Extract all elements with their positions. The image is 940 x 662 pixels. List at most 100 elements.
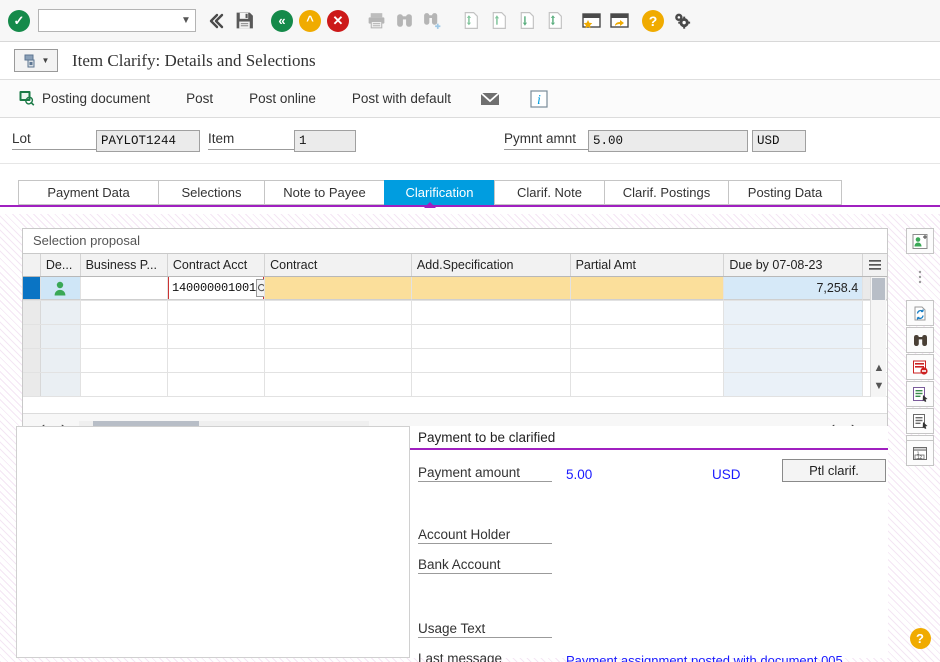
help-icon[interactable]: ? (906, 625, 934, 651)
selection-proposal-table: Selection proposal De... Business P... C… (22, 228, 888, 440)
title-bar: ▼ Item Clarify: Details and Selections (0, 42, 940, 80)
chevron-down-icon[interactable]: ▼ (179, 15, 193, 26)
payment-currency-value: USD (712, 467, 741, 482)
table-row[interactable] (23, 349, 887, 373)
partial-clarification-button[interactable]: Ptl clarif. (782, 459, 886, 482)
tab-active-notch (424, 202, 436, 208)
system-menu-button[interactable]: ▼ (14, 49, 58, 72)
last-page-icon (540, 6, 568, 36)
envelope-icon[interactable] (469, 84, 511, 114)
row-select-marker[interactable] (23, 277, 41, 300)
back-icon[interactable] (202, 6, 230, 36)
create-favorite-icon[interactable] (578, 6, 606, 36)
item-field[interactable]: 1 (294, 129, 356, 152)
next-page-icon (512, 6, 540, 36)
chevron-down-icon[interactable]: ▼ (871, 377, 887, 395)
first-page-icon (456, 6, 484, 36)
usage-text-row: Usage Text (410, 616, 888, 638)
item-label: Item (208, 131, 294, 150)
tab-underline (0, 205, 940, 207)
post-with-default-button[interactable]: Post with default (334, 84, 469, 114)
command-input[interactable] (43, 12, 179, 29)
lot-field[interactable]: PAYLOT1244 (96, 129, 200, 152)
tab-posting-data[interactable]: Posting Data (728, 180, 842, 205)
cell-partial-amt[interactable] (570, 277, 725, 300)
detail-side-toolbar: 1 12 ? (906, 426, 936, 658)
table-row[interactable] (23, 373, 887, 397)
tab-payment-data[interactable]: Payment Data (18, 180, 158, 205)
cell-add-specification[interactable] (411, 277, 571, 300)
contract-acct-input[interactable]: 140000001001 (169, 281, 256, 295)
post-online-button[interactable]: Post online (231, 84, 334, 114)
info-icon[interactable]: i (519, 84, 559, 114)
sap-application-window: ✓ ▼ « ^ ✕ ? ▼ Item Clarify: Details and … (0, 0, 940, 662)
refresh-icon[interactable] (906, 300, 934, 326)
bank-account-label: Bank Account (418, 557, 552, 574)
previous-page-icon (484, 6, 512, 36)
last-message-value[interactable]: Payment assignment posted with document … (566, 653, 856, 662)
customize-local-layout-icon[interactable] (667, 6, 695, 36)
clarification-left-panel (16, 426, 410, 658)
column-header-partial-amt[interactable]: Partial Amt (571, 254, 725, 276)
system-toolbar: ✓ ▼ « ^ ✕ ? (0, 0, 940, 42)
exit-orange-icon[interactable]: ^ (296, 6, 324, 36)
content-area: Selection proposal De... Business P... C… (0, 214, 940, 662)
cell-contract-acct[interactable]: 140000001001 (167, 277, 266, 300)
value-help-icon[interactable] (255, 279, 265, 297)
create-shortcut-icon[interactable] (606, 6, 634, 36)
post-online-label: Post online (249, 91, 316, 106)
tab-clarif-note[interactable]: Clarif. Note (494, 180, 604, 205)
tab-note-to-payee[interactable]: Note to Payee (264, 180, 384, 205)
cell-contract[interactable] (265, 277, 412, 300)
green-check-icon[interactable]: ✓ (8, 9, 30, 32)
detail-panel-title: Payment to be clarified (410, 426, 888, 450)
column-header-business-partner[interactable]: Business P... (81, 254, 168, 276)
payment-amount-field[interactable]: 5.00 (588, 129, 748, 152)
save-icon[interactable] (230, 6, 258, 36)
column-header-de[interactable]: De... (41, 254, 81, 276)
back-green-icon[interactable]: « (268, 6, 296, 36)
table-row[interactable] (23, 301, 887, 325)
account-holder-row: Account Holder (410, 522, 888, 544)
column-header-add-specification[interactable]: Add.Specification (412, 254, 571, 276)
assign-partner-icon[interactable] (906, 228, 934, 254)
currency-field[interactable]: USD (752, 129, 806, 152)
tab-clarification[interactable]: Clarification (384, 180, 494, 205)
details-icon[interactable] (906, 381, 934, 407)
cell-business-partner[interactable] (80, 277, 168, 300)
cell-due-by[interactable]: 7,258.4 (724, 277, 864, 300)
calendar-icon[interactable]: 1 12 (906, 440, 934, 466)
svg-text:i: i (537, 93, 541, 108)
toolbar-spacer (906, 255, 934, 299)
help-icon[interactable]: ? (639, 6, 667, 36)
chevron-up-icon[interactable]: ▲ (871, 359, 887, 377)
last-message-row: Last message Payment assignment posted w… (410, 646, 888, 662)
find-items-icon[interactable] (906, 327, 934, 353)
cancel-red-icon[interactable]: ✕ (324, 6, 352, 36)
table-caption: Selection proposal (23, 229, 887, 253)
posting-document-button[interactable]: Posting document (0, 84, 168, 114)
post-with-default-label: Post with default (351, 91, 451, 106)
tab-clarif-postings[interactable]: Clarif. Postings (604, 180, 728, 205)
post-label: Post (186, 91, 214, 106)
column-header-select[interactable] (23, 254, 41, 276)
table-settings-icon[interactable] (863, 254, 887, 276)
vertical-scroll-thumb[interactable] (872, 278, 885, 300)
account-holder-label: Account Holder (418, 527, 552, 544)
post-button[interactable]: Post (168, 84, 231, 114)
column-header-contract[interactable]: Contract (265, 254, 412, 276)
table-vertical-scrollbar[interactable]: ▲ ▼ (870, 277, 886, 397)
delete-item-icon[interactable] (906, 354, 934, 380)
lot-label: Lot (12, 131, 96, 150)
tab-selections[interactable]: Selections (158, 180, 264, 205)
payment-amount-label: Pymnt amnt (504, 131, 588, 150)
command-field[interactable]: ▼ (38, 9, 196, 32)
page-title: Item Clarify: Details and Selections (72, 50, 316, 70)
table-row[interactable] (23, 325, 887, 349)
header-fields: Lot PAYLOT1244 Item 1 Pymnt amnt 5.00 US… (0, 118, 940, 164)
column-header-contract-acct[interactable]: Contract Acct (168, 254, 266, 276)
business-partner-icon[interactable] (40, 277, 81, 300)
posting-document-label: Posting document (42, 91, 151, 106)
column-header-due-by[interactable]: Due by 07-08-23 (724, 254, 864, 276)
table-row[interactable]: 140000001001 7,258.4 (23, 277, 888, 301)
